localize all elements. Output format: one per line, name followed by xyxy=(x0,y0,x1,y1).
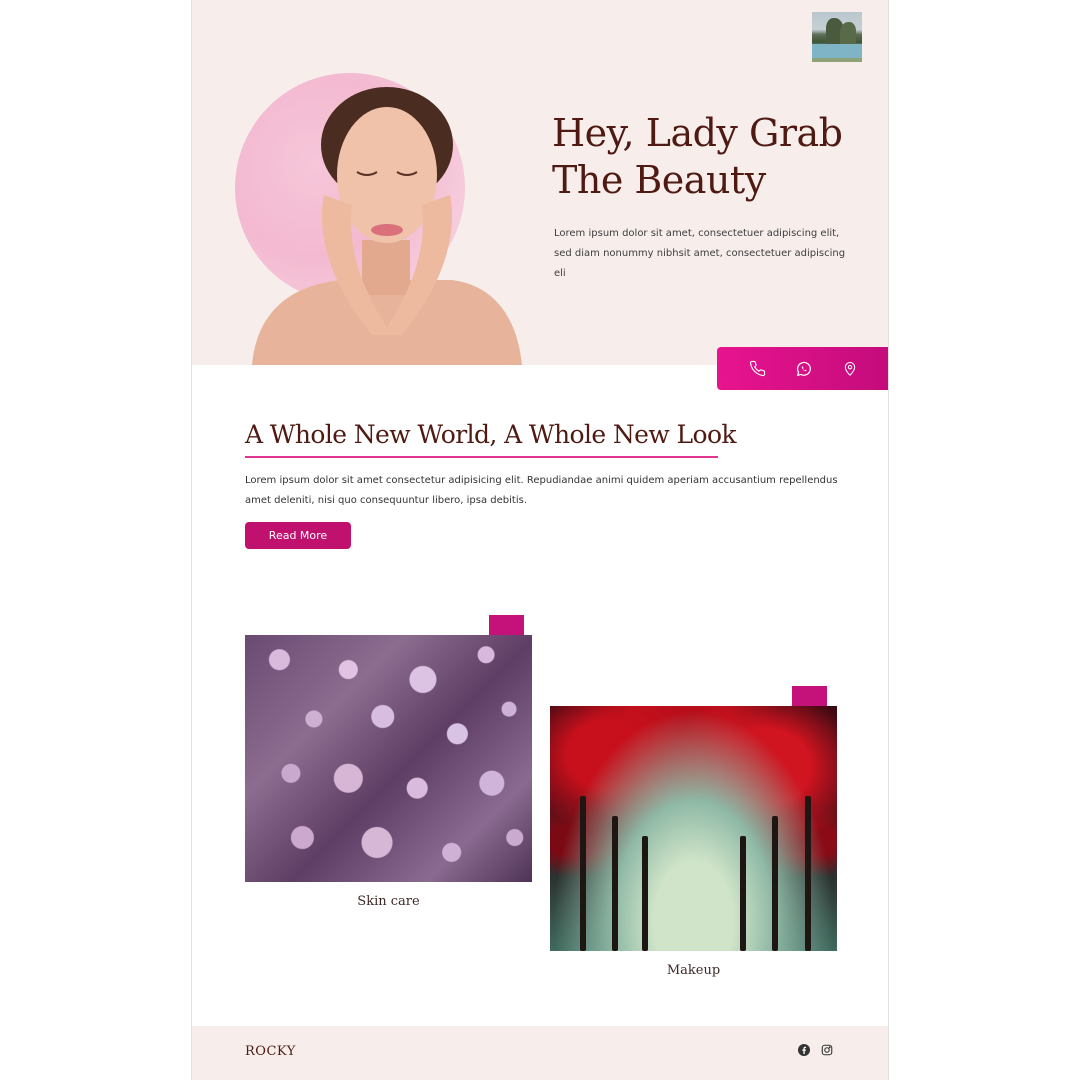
footer: ROCKY xyxy=(192,1026,888,1080)
hero-description: Lorem ipsum dolor sit amet, consectetuer… xyxy=(554,228,846,279)
page: Hey, Lady Grab The Beauty Lorem ipsum do… xyxy=(191,0,889,1080)
contact-bar xyxy=(717,347,888,390)
whatsapp-icon[interactable] xyxy=(792,357,816,381)
title-underline xyxy=(245,456,718,458)
hero-title: Hey, Lady Grab The Beauty xyxy=(552,111,843,202)
instagram-icon[interactable] xyxy=(820,1043,833,1056)
section-title: A Whole New World, A Whole New Look xyxy=(245,420,737,449)
location-pin-icon[interactable] xyxy=(838,357,862,381)
section-description: Lorem ipsum dolor sit amet consectetur a… xyxy=(245,475,838,506)
card-label-skin-care[interactable]: Skin care xyxy=(245,894,532,909)
phone-icon[interactable] xyxy=(746,357,770,381)
card-label-makeup[interactable]: Makeup xyxy=(550,963,837,978)
makeup-image[interactable] xyxy=(550,706,837,951)
read-more-button[interactable]: Read More xyxy=(245,522,351,549)
hero-woman-image xyxy=(252,87,522,365)
hero-section: Hey, Lady Grab The Beauty Lorem ipsum do… xyxy=(192,0,888,365)
facebook-icon[interactable] xyxy=(797,1043,810,1056)
landscape-thumbnail-image[interactable] xyxy=(812,12,862,62)
footer-social-icons xyxy=(797,1043,833,1056)
skin-care-image[interactable] xyxy=(245,635,532,882)
footer-brand[interactable]: ROCKY xyxy=(245,1044,296,1059)
